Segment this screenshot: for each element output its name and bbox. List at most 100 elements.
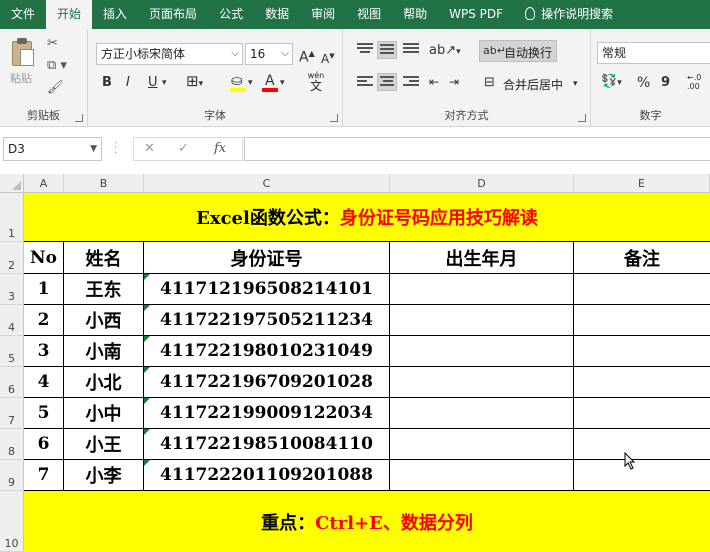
percent-style-button[interactable]: % <box>637 75 650 91</box>
column-header-c[interactable]: C <box>144 174 390 193</box>
cell-remarks[interactable] <box>574 429 710 460</box>
underline-button[interactable]: U <box>148 75 158 91</box>
increase-indent-icon[interactable]: ⇥ <box>449 74 459 90</box>
font-name-select[interactable]: 方正小标宋简体 ⌵ <box>96 43 243 65</box>
cancel-icon[interactable]: ✕ <box>144 141 155 156</box>
alignment-dialog-launcher-icon[interactable] <box>578 114 586 122</box>
accounting-format-icon[interactable]: 💱▾ <box>601 74 622 91</box>
title-cell[interactable]: Excel函数公式： 身份证号码应用技巧解读 <box>24 193 710 242</box>
row-header-5[interactable]: 5 <box>0 336 24 367</box>
cell-no[interactable]: 2 <box>24 305 64 336</box>
row-header-8[interactable]: 8 <box>0 429 24 460</box>
cell-name[interactable]: 小北 <box>64 367 144 398</box>
tab-data[interactable]: 数据 <box>254 0 300 29</box>
cell-id-number[interactable]: 411722197505211234 <box>144 305 390 336</box>
font-size-select[interactable]: 16 ⌵ <box>245 43 293 65</box>
cell-id-number[interactable]: 411722196709201028 <box>144 367 390 398</box>
row-header-2[interactable]: 2 <box>0 242 24 274</box>
orientation-icon[interactable]: ab↗▾ <box>429 43 461 60</box>
cell-remarks[interactable] <box>574 305 710 336</box>
shrink-font-button[interactable]: A▼ <box>321 48 335 67</box>
cell-name[interactable]: 小中 <box>64 398 144 429</box>
bold-button[interactable]: B <box>102 75 112 91</box>
row-header-6[interactable]: 6 <box>0 367 24 398</box>
column-header-d[interactable]: D <box>390 174 574 193</box>
cell-birth-date[interactable] <box>390 460 574 491</box>
insert-function-icon[interactable]: fx <box>214 141 226 156</box>
copy-icon[interactable]: ⧉ ▾ <box>47 59 67 73</box>
font-color-button[interactable]: A ▾ <box>262 73 285 93</box>
tab-help[interactable]: 帮助 <box>392 0 438 29</box>
align-middle-icon[interactable] <box>377 41 397 59</box>
grow-font-button[interactable]: A▲ <box>299 46 315 66</box>
font-dialog-launcher-icon[interactable] <box>330 114 338 122</box>
tab-file[interactable]: 文件 <box>0 0 46 29</box>
tab-home[interactable]: 开始 <box>46 0 93 29</box>
cell-remarks[interactable] <box>574 336 710 367</box>
header-remarks[interactable]: 备注 <box>574 242 710 274</box>
cell-remarks[interactable] <box>574 274 710 305</box>
clipboard-dialog-launcher-icon[interactable] <box>75 114 83 122</box>
borders-icon[interactable]: ⊞▾ <box>186 73 203 92</box>
name-box[interactable]: D3 ▼ <box>3 137 102 161</box>
increase-decimal-icon[interactable]: ←.0.00 <box>687 73 701 91</box>
cell-birth-date[interactable] <box>390 336 574 367</box>
cell-id-number[interactable]: 411722199009122034 <box>144 398 390 429</box>
column-header-e[interactable]: E <box>574 174 710 193</box>
column-header-a[interactable]: A <box>24 174 64 193</box>
cell-id-number[interactable]: 411722198010231049 <box>144 336 390 367</box>
phonetic-guide-button[interactable]: wén 文 <box>304 71 328 95</box>
cell-remarks[interactable] <box>574 460 710 491</box>
align-top-icon[interactable] <box>357 43 373 57</box>
column-header-b[interactable]: B <box>64 174 144 193</box>
footer-note-cell[interactable]: 重点： Ctrl+E、数据分列 <box>24 491 710 552</box>
merge-center-button[interactable]: ⊟ 合并后居中 ▾ <box>479 73 583 95</box>
cell-birth-date[interactable] <box>390 305 574 336</box>
italic-button[interactable]: I <box>126 75 130 91</box>
header-birth-date[interactable]: 出生年月 <box>390 242 574 274</box>
cell-id-number[interactable]: 411712196508214101 <box>144 274 390 305</box>
align-left-icon[interactable] <box>357 76 373 90</box>
cut-icon[interactable]: ✂ <box>47 37 58 51</box>
tell-me-search[interactable]: 操作说明搜索 <box>514 0 624 29</box>
cell-birth-date[interactable] <box>390 274 574 305</box>
header-id-number[interactable]: 身份证号 <box>144 242 390 274</box>
header-no[interactable]: No <box>24 242 64 274</box>
cell-birth-date[interactable] <box>390 398 574 429</box>
row-header-9[interactable]: 9 <box>0 460 24 491</box>
align-right-icon[interactable] <box>403 76 419 90</box>
row-header-1[interactable]: 1 <box>0 193 24 242</box>
fill-color-button[interactable]: ⛀ ▾ <box>230 73 253 93</box>
underline-dropdown-icon[interactable]: ▾ <box>162 75 167 91</box>
cell-name[interactable]: 小南 <box>64 336 144 367</box>
cell-remarks[interactable] <box>574 398 710 429</box>
wrap-text-button[interactable]: ab↵ 自动换行 <box>479 40 557 62</box>
tab-formulas[interactable]: 公式 <box>208 0 254 29</box>
cell-name[interactable]: 小王 <box>64 429 144 460</box>
cell-no[interactable]: 4 <box>24 367 64 398</box>
decrease-indent-icon[interactable]: ⇤ <box>429 74 439 90</box>
tab-insert[interactable]: 插入 <box>92 0 138 29</box>
row-header-7[interactable]: 7 <box>0 398 24 429</box>
cell-no[interactable]: 6 <box>24 429 64 460</box>
cell-id-number[interactable]: 411722201109201088 <box>144 460 390 491</box>
cell-id-number[interactable]: 411722198510084110 <box>144 429 390 460</box>
cell-birth-date[interactable] <box>390 429 574 460</box>
number-format-select[interactable]: 常规 <box>597 42 710 64</box>
format-painter-icon[interactable]: 🖌 <box>47 81 64 95</box>
cell-birth-date[interactable] <box>390 367 574 398</box>
row-header-3[interactable]: 3 <box>0 274 24 305</box>
enter-icon[interactable]: ✓ <box>178 141 189 156</box>
header-name[interactable]: 姓名 <box>64 242 144 274</box>
paste-button-label[interactable]: 粘贴 <box>10 70 32 86</box>
align-center-icon[interactable] <box>377 73 397 91</box>
paste-icon[interactable] <box>10 37 36 67</box>
cell-name[interactable]: 王东 <box>64 274 144 305</box>
tab-view[interactable]: 视图 <box>346 0 392 29</box>
row-header-4[interactable]: 4 <box>0 305 24 336</box>
formula-input[interactable] <box>244 137 710 161</box>
select-all-button[interactable] <box>0 174 24 193</box>
cell-remarks[interactable] <box>574 367 710 398</box>
align-bottom-icon[interactable] <box>403 43 419 57</box>
tab-page-layout[interactable]: 页面布局 <box>138 0 208 29</box>
